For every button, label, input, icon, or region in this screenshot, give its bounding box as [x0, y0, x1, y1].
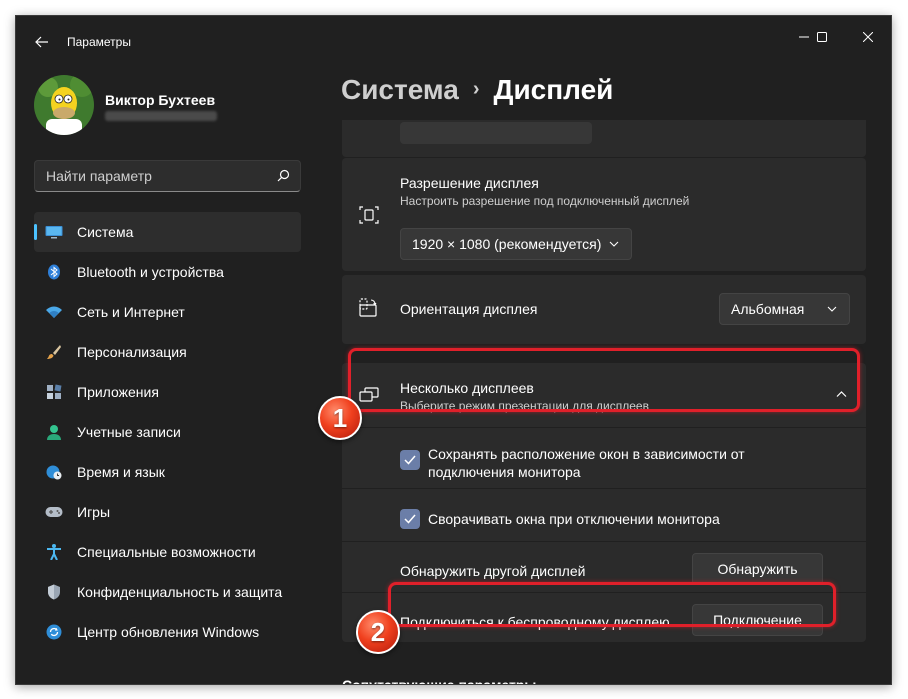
close-button[interactable]: [851, 22, 885, 52]
sidebar-item-label: Конфиденциальность и защита: [77, 584, 283, 600]
resolution-value: 1920 × 1080 (рекомендуется): [412, 236, 602, 252]
search-input[interactable]: [35, 161, 265, 191]
sidebar-item-bluetooth[interactable]: Bluetooth и устройства: [34, 252, 301, 292]
previous-setting-control[interactable]: [400, 122, 592, 144]
resolution-icon: [358, 204, 380, 226]
minimize-windows-label: Сворачивать окна при отключении монитора: [428, 511, 720, 527]
sidebar-item-label: Система: [77, 224, 134, 240]
sidebar-item-accounts[interactable]: Учетные записи: [34, 412, 301, 452]
sidebar-item-label: Сеть и Интернет: [77, 304, 185, 320]
breadcrumb: Система › Дисплей: [341, 74, 613, 106]
breadcrumb-separator: ›: [472, 78, 480, 100]
resolution-dropdown[interactable]: 1920 × 1080 (рекомендуется): [400, 228, 632, 260]
search-box[interactable]: [34, 160, 301, 192]
sidebar-item-privacy[interactable]: Конфиденциальность и защита: [34, 572, 301, 612]
close-icon: [863, 32, 873, 42]
accessibility-icon: [45, 544, 63, 560]
app-title: Параметры: [67, 35, 131, 49]
divider: [342, 488, 866, 489]
remember-windows-label: Сохранять расположение окон в зависимост…: [428, 446, 745, 480]
back-button[interactable]: [28, 28, 56, 56]
sidebar-item-gaming[interactable]: Игры: [34, 492, 301, 532]
annotation-marker-1: 1: [318, 396, 362, 440]
sidebar-item-label: Приложения: [77, 384, 159, 400]
sidebar-item-personalization[interactable]: Персонализация: [34, 332, 301, 372]
breadcrumb-parent[interactable]: Система: [341, 74, 459, 105]
maximize-icon: [817, 32, 827, 42]
update-icon: [45, 624, 63, 640]
orientation-dropdown[interactable]: Альбомная: [719, 293, 850, 325]
sidebar-item-label: Время и язык: [77, 464, 165, 480]
divider: [342, 541, 866, 542]
remember-windows-checkbox[interactable]: [400, 450, 420, 470]
detect-display-label: Обнаружить другой дисплей: [400, 563, 586, 579]
settings-window: Параметры Виктор Бухтеев Найти параметр …: [15, 15, 892, 685]
orientation-value: Альбомная: [731, 301, 805, 317]
sidebar-item-label: Игры: [77, 504, 111, 520]
wifi-icon: [45, 304, 63, 320]
avatar-image: [34, 75, 94, 135]
annotation-highlight-1: [348, 348, 860, 412]
globe-clock-icon: [45, 464, 63, 480]
checkmark-icon: [404, 455, 416, 465]
checkmark-icon: [404, 514, 416, 524]
chevron-down-icon: [609, 241, 619, 247]
sidebar-nav: Система Bluetooth и устройства Сеть и Ин…: [34, 212, 301, 652]
maximize-button[interactable]: [805, 22, 839, 52]
sidebar-item-system[interactable]: Система: [34, 212, 301, 252]
bluetooth-icon: [45, 264, 63, 280]
user-name: Виктор Бухтеев: [105, 92, 216, 108]
sidebar-item-accessibility[interactable]: Специальные возможности: [34, 532, 301, 572]
resolution-title: Разрешение дисплея: [400, 175, 539, 191]
user-email-blurred: [105, 111, 217, 121]
search-icon[interactable]: [275, 168, 291, 184]
shield-icon: [45, 584, 63, 600]
orientation-icon: [358, 297, 380, 319]
monitor-icon: [45, 224, 63, 240]
orientation-title: Ориентация дисплея: [400, 301, 538, 317]
avatar[interactable]: [34, 75, 94, 135]
account-icon: [45, 424, 63, 440]
page-title: Дисплей: [493, 74, 614, 105]
gamepad-icon: [45, 504, 63, 520]
chevron-down-icon: [827, 306, 837, 312]
sidebar-item-windows-update[interactable]: Центр обновления Windows: [34, 612, 301, 652]
annotation-marker-2: 2: [356, 610, 400, 654]
related-settings-title: Сопутствующие параметры: [342, 677, 537, 685]
sidebar-item-time-language[interactable]: Время и язык: [34, 452, 301, 492]
brush-icon: [45, 344, 63, 360]
previous-setting-card: [342, 120, 866, 157]
resolution-card: Разрешение дисплея Настроить разрешение …: [342, 158, 866, 271]
sidebar-item-label: Центр обновления Windows: [77, 624, 260, 640]
apps-icon: [45, 384, 63, 400]
divider: [342, 427, 866, 428]
arrow-left-icon: [35, 36, 48, 48]
orientation-card: Ориентация дисплея Альбомная: [342, 275, 866, 344]
resolution-subtitle: Настроить разрешение под подключенный ди…: [400, 194, 690, 208]
sidebar-item-label: Учетные записи: [77, 424, 181, 440]
title-bar: Параметры: [16, 16, 891, 64]
minimize-windows-checkbox[interactable]: [400, 509, 420, 529]
sidebar-item-network[interactable]: Сеть и Интернет: [34, 292, 301, 332]
sidebar-item-label: Персонализация: [77, 344, 187, 360]
annotation-highlight-2: [388, 582, 836, 627]
detect-button[interactable]: Обнаружить: [692, 553, 823, 585]
sidebar-item-label: Специальные возможности: [77, 544, 256, 560]
sidebar-item-apps[interactable]: Приложения: [34, 372, 301, 412]
sidebar-item-label: Bluetooth и устройства: [77, 264, 224, 280]
